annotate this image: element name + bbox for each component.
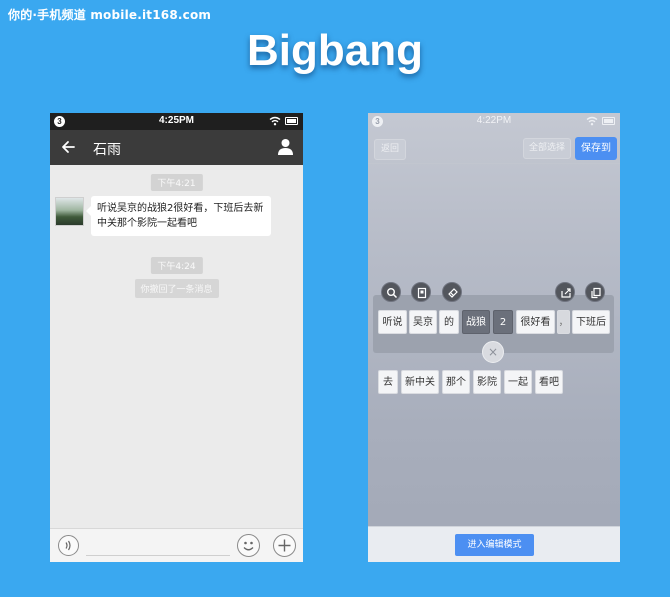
token[interactable]: 影院 — [473, 370, 501, 394]
token[interactable]: 很好看 — [516, 310, 555, 334]
token[interactable]: 的 — [439, 310, 459, 334]
document-icon — [417, 287, 427, 299]
battery-icon — [602, 117, 615, 125]
message-input[interactable] — [86, 555, 230, 556]
token[interactable]: 去 — [378, 370, 398, 394]
token[interactable]: 一起 — [504, 370, 532, 394]
timestamp: 下午4:24 — [150, 257, 203, 274]
timestamp: 下午4:21 — [150, 174, 203, 191]
status-time: 4:22PM — [476, 115, 512, 126]
headline: Bigbang — [247, 26, 423, 75]
token-selected[interactable]: 2 — [493, 310, 513, 334]
status-bar: 3 4:25PM — [50, 113, 303, 130]
token[interactable]: 听说 — [378, 310, 407, 334]
status-bar: 3 4:22PM — [368, 113, 620, 130]
edit-mode-button[interactable]: 进入编辑模式 — [455, 534, 534, 556]
copy-icon — [591, 287, 601, 299]
emoji-icon — [243, 541, 254, 551]
token[interactable]: 吴京 — [409, 310, 437, 334]
search-icon — [387, 288, 398, 299]
translate-button[interactable] — [442, 282, 462, 302]
token-punctuation[interactable]: ， — [557, 310, 570, 334]
input-bar — [50, 528, 303, 562]
save-to-button[interactable]: 保存到 — [575, 137, 617, 160]
chat-phone-screen: 3 4:25PM 石雨 下午4:21 听说吴京的战狼2很好看，下班后去新中关那个… — [50, 113, 303, 562]
search-button[interactable] — [381, 282, 401, 302]
token[interactable]: 那个 — [442, 370, 470, 394]
wifi-icon — [586, 116, 598, 126]
plus-icon — [278, 539, 291, 552]
bottom-bar: 进入编辑模式 — [368, 526, 620, 562]
share-icon — [561, 288, 571, 298]
more-button[interactable] — [273, 534, 296, 557]
recall-notice: 你撤回了一条消息 — [134, 279, 219, 298]
eraser-icon — [448, 288, 458, 298]
voice-button[interactable] — [58, 535, 79, 556]
watermark: 你的·手机频道 mobile.it168.com — [8, 8, 212, 22]
back-button[interactable]: 返回 — [374, 139, 406, 160]
copy-button[interactable] — [585, 282, 605, 302]
divider — [368, 163, 620, 164]
avatar[interactable] — [55, 197, 84, 226]
bigbang-phone-screen: 3 4:22PM 返回 全部选择 保存到 听说 吴京 的 战狼 2 很好看 ， … — [368, 113, 620, 562]
copy-text-button[interactable] — [411, 282, 431, 302]
battery-icon — [285, 117, 298, 125]
voice-icon — [65, 540, 71, 551]
status-time: 4:25PM — [158, 115, 194, 126]
token-selected[interactable]: 战狼 — [462, 310, 490, 334]
wifi-icon — [269, 116, 281, 126]
back-arrow-icon[interactable] — [60, 139, 76, 155]
contact-name: 石雨 — [93, 142, 121, 158]
select-all-button[interactable]: 全部选择 — [523, 138, 571, 159]
close-button[interactable]: × — [482, 341, 504, 363]
contact-profile-icon[interactable] — [277, 138, 294, 155]
share-button[interactable] — [555, 282, 575, 302]
token[interactable]: 看吧 — [535, 370, 563, 394]
chat-header: 石雨 — [50, 130, 303, 165]
close-icon: × — [487, 345, 499, 359]
emoji-button[interactable] — [237, 534, 260, 557]
token[interactable]: 下班后 — [572, 310, 610, 334]
token[interactable]: 新中关 — [401, 370, 439, 394]
toolbar: 返回 全部选择 保存到 — [368, 136, 620, 162]
message-bubble[interactable]: 听说吴京的战狼2很好看，下班后去新中关那个影院一起看吧 — [86, 196, 271, 236]
